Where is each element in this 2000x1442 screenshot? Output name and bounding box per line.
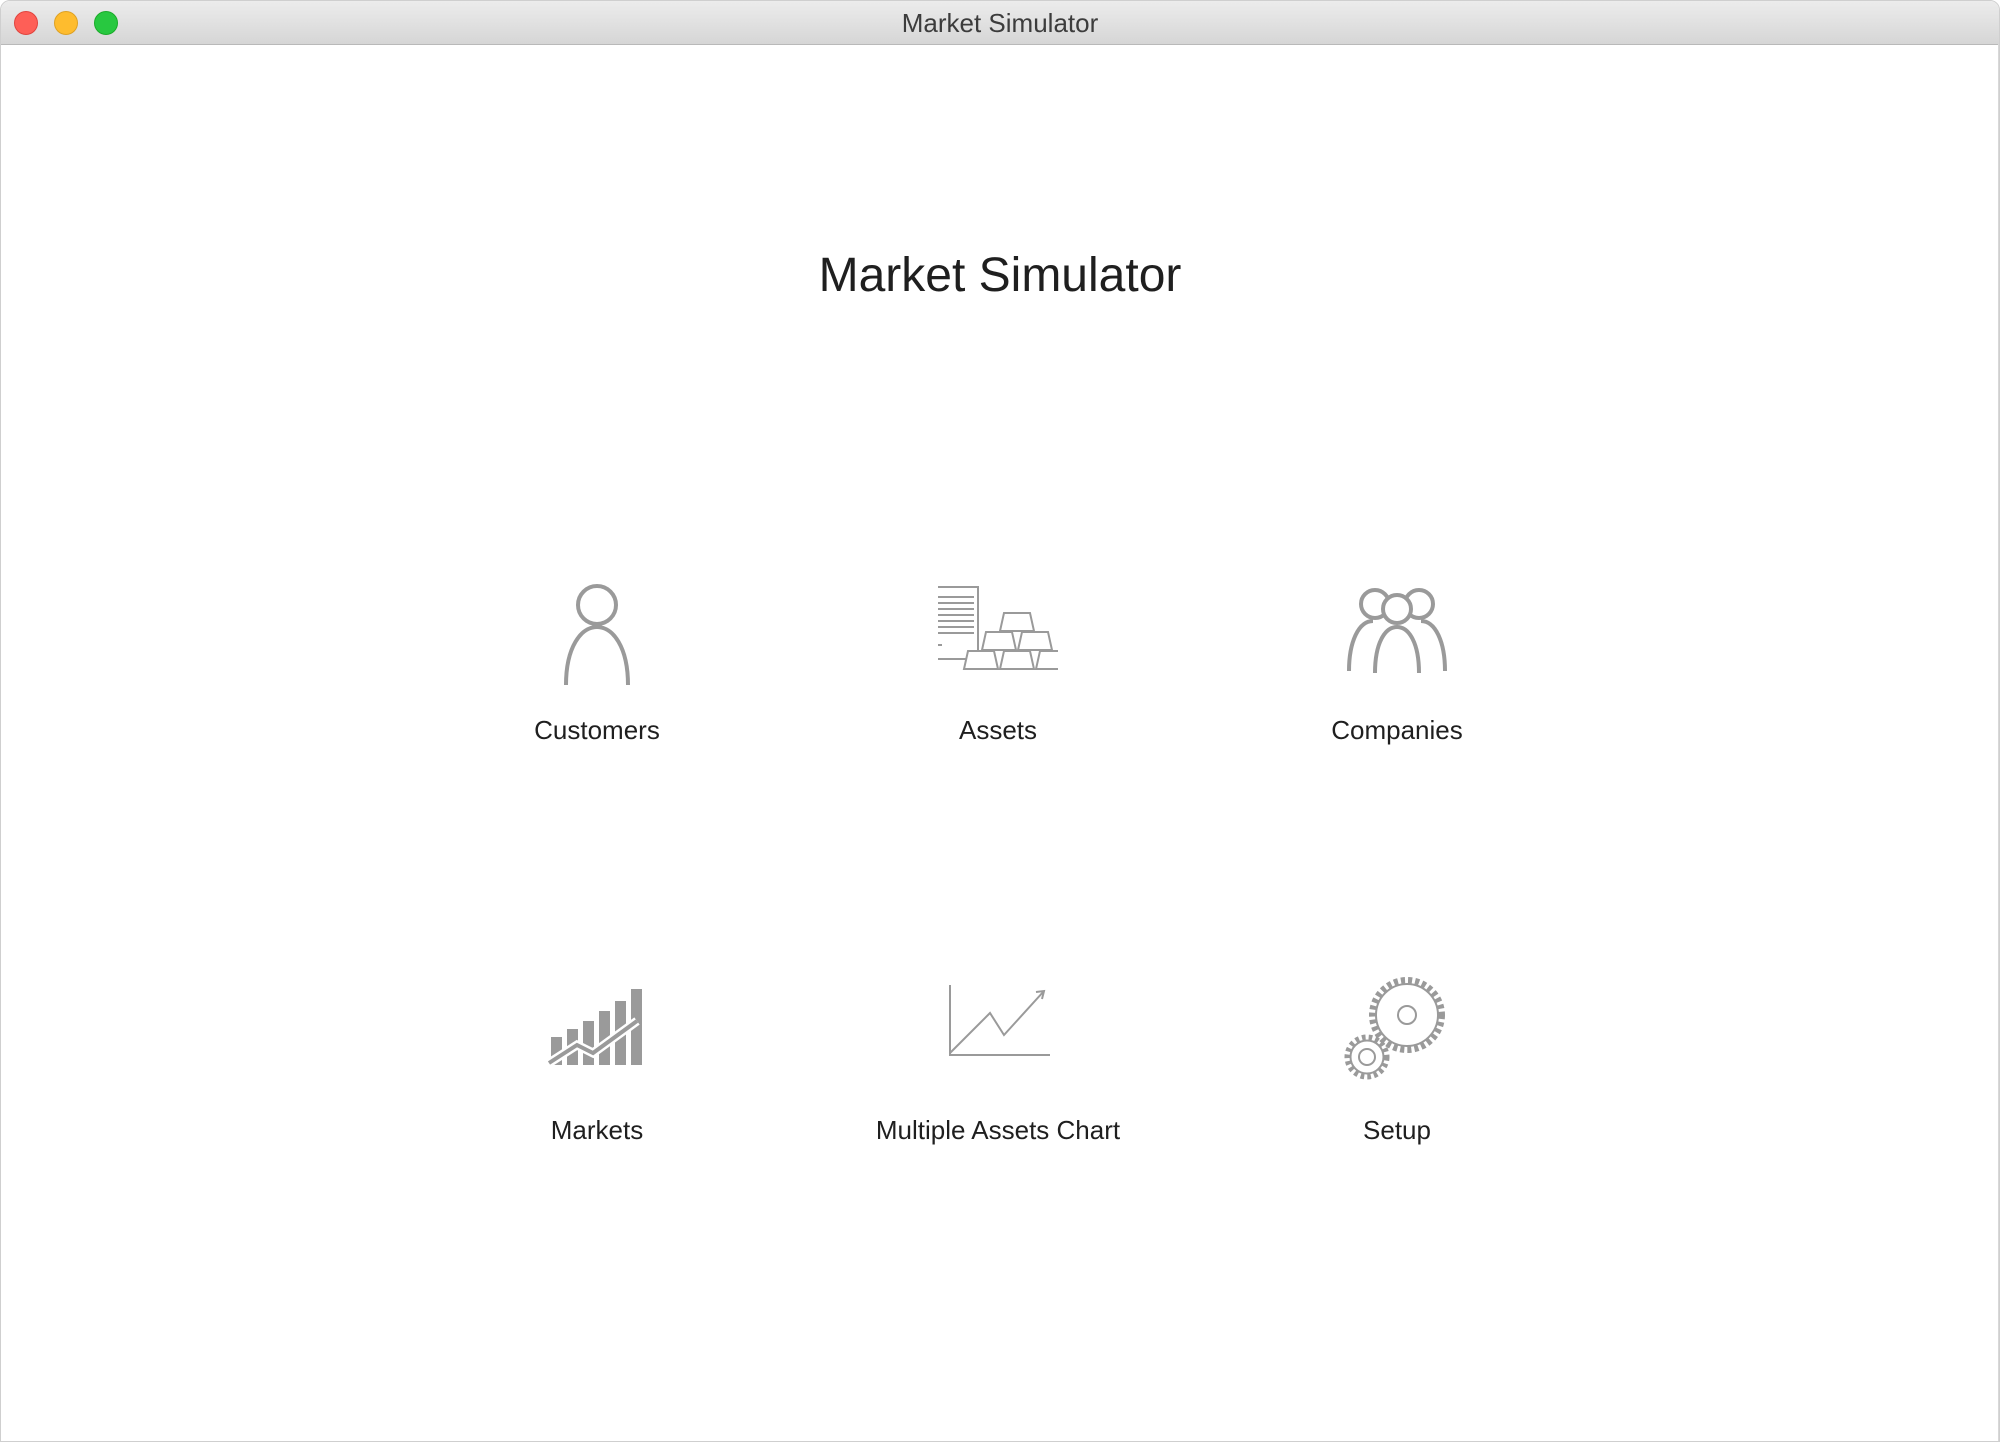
window-title: Market Simulator — [901, 8, 1099, 38]
app-window: Market Simulator Market Simulator Custom… — [0, 0, 2000, 1442]
markets-label: Markets — [550, 1115, 644, 1145]
gears-icon — [1337, 977, 1457, 1097]
multiple-assets-chart-button[interactable]: Multiple Assets Chart — [798, 977, 1198, 1177]
title-bar[interactable]: Market Simulator — [1, 1, 1999, 45]
page-title: Market Simulator — [818, 249, 1182, 302]
group-people-icon — [1337, 577, 1457, 697]
assets-label: Assets — [958, 715, 1038, 745]
setup-label: Setup — [1363, 1115, 1431, 1145]
person-icon — [537, 577, 657, 697]
assets-gold-bars-icon — [938, 577, 1058, 697]
bar-chart-trend-icon — [537, 977, 657, 1097]
companies-label: Companies — [1331, 715, 1463, 745]
line-chart-icon — [938, 977, 1058, 1097]
companies-button[interactable]: Companies — [1197, 577, 1597, 777]
window-edge — [1998, 44, 1999, 1441]
customers-button[interactable]: Customers — [397, 577, 797, 777]
customers-label: Customers — [534, 715, 660, 745]
markets-button[interactable]: Markets — [397, 977, 797, 1177]
assets-button[interactable]: Assets — [798, 577, 1198, 777]
setup-button[interactable]: Setup — [1197, 977, 1597, 1177]
multiple-assets-chart-label: Multiple Assets Chart — [875, 1115, 1121, 1145]
